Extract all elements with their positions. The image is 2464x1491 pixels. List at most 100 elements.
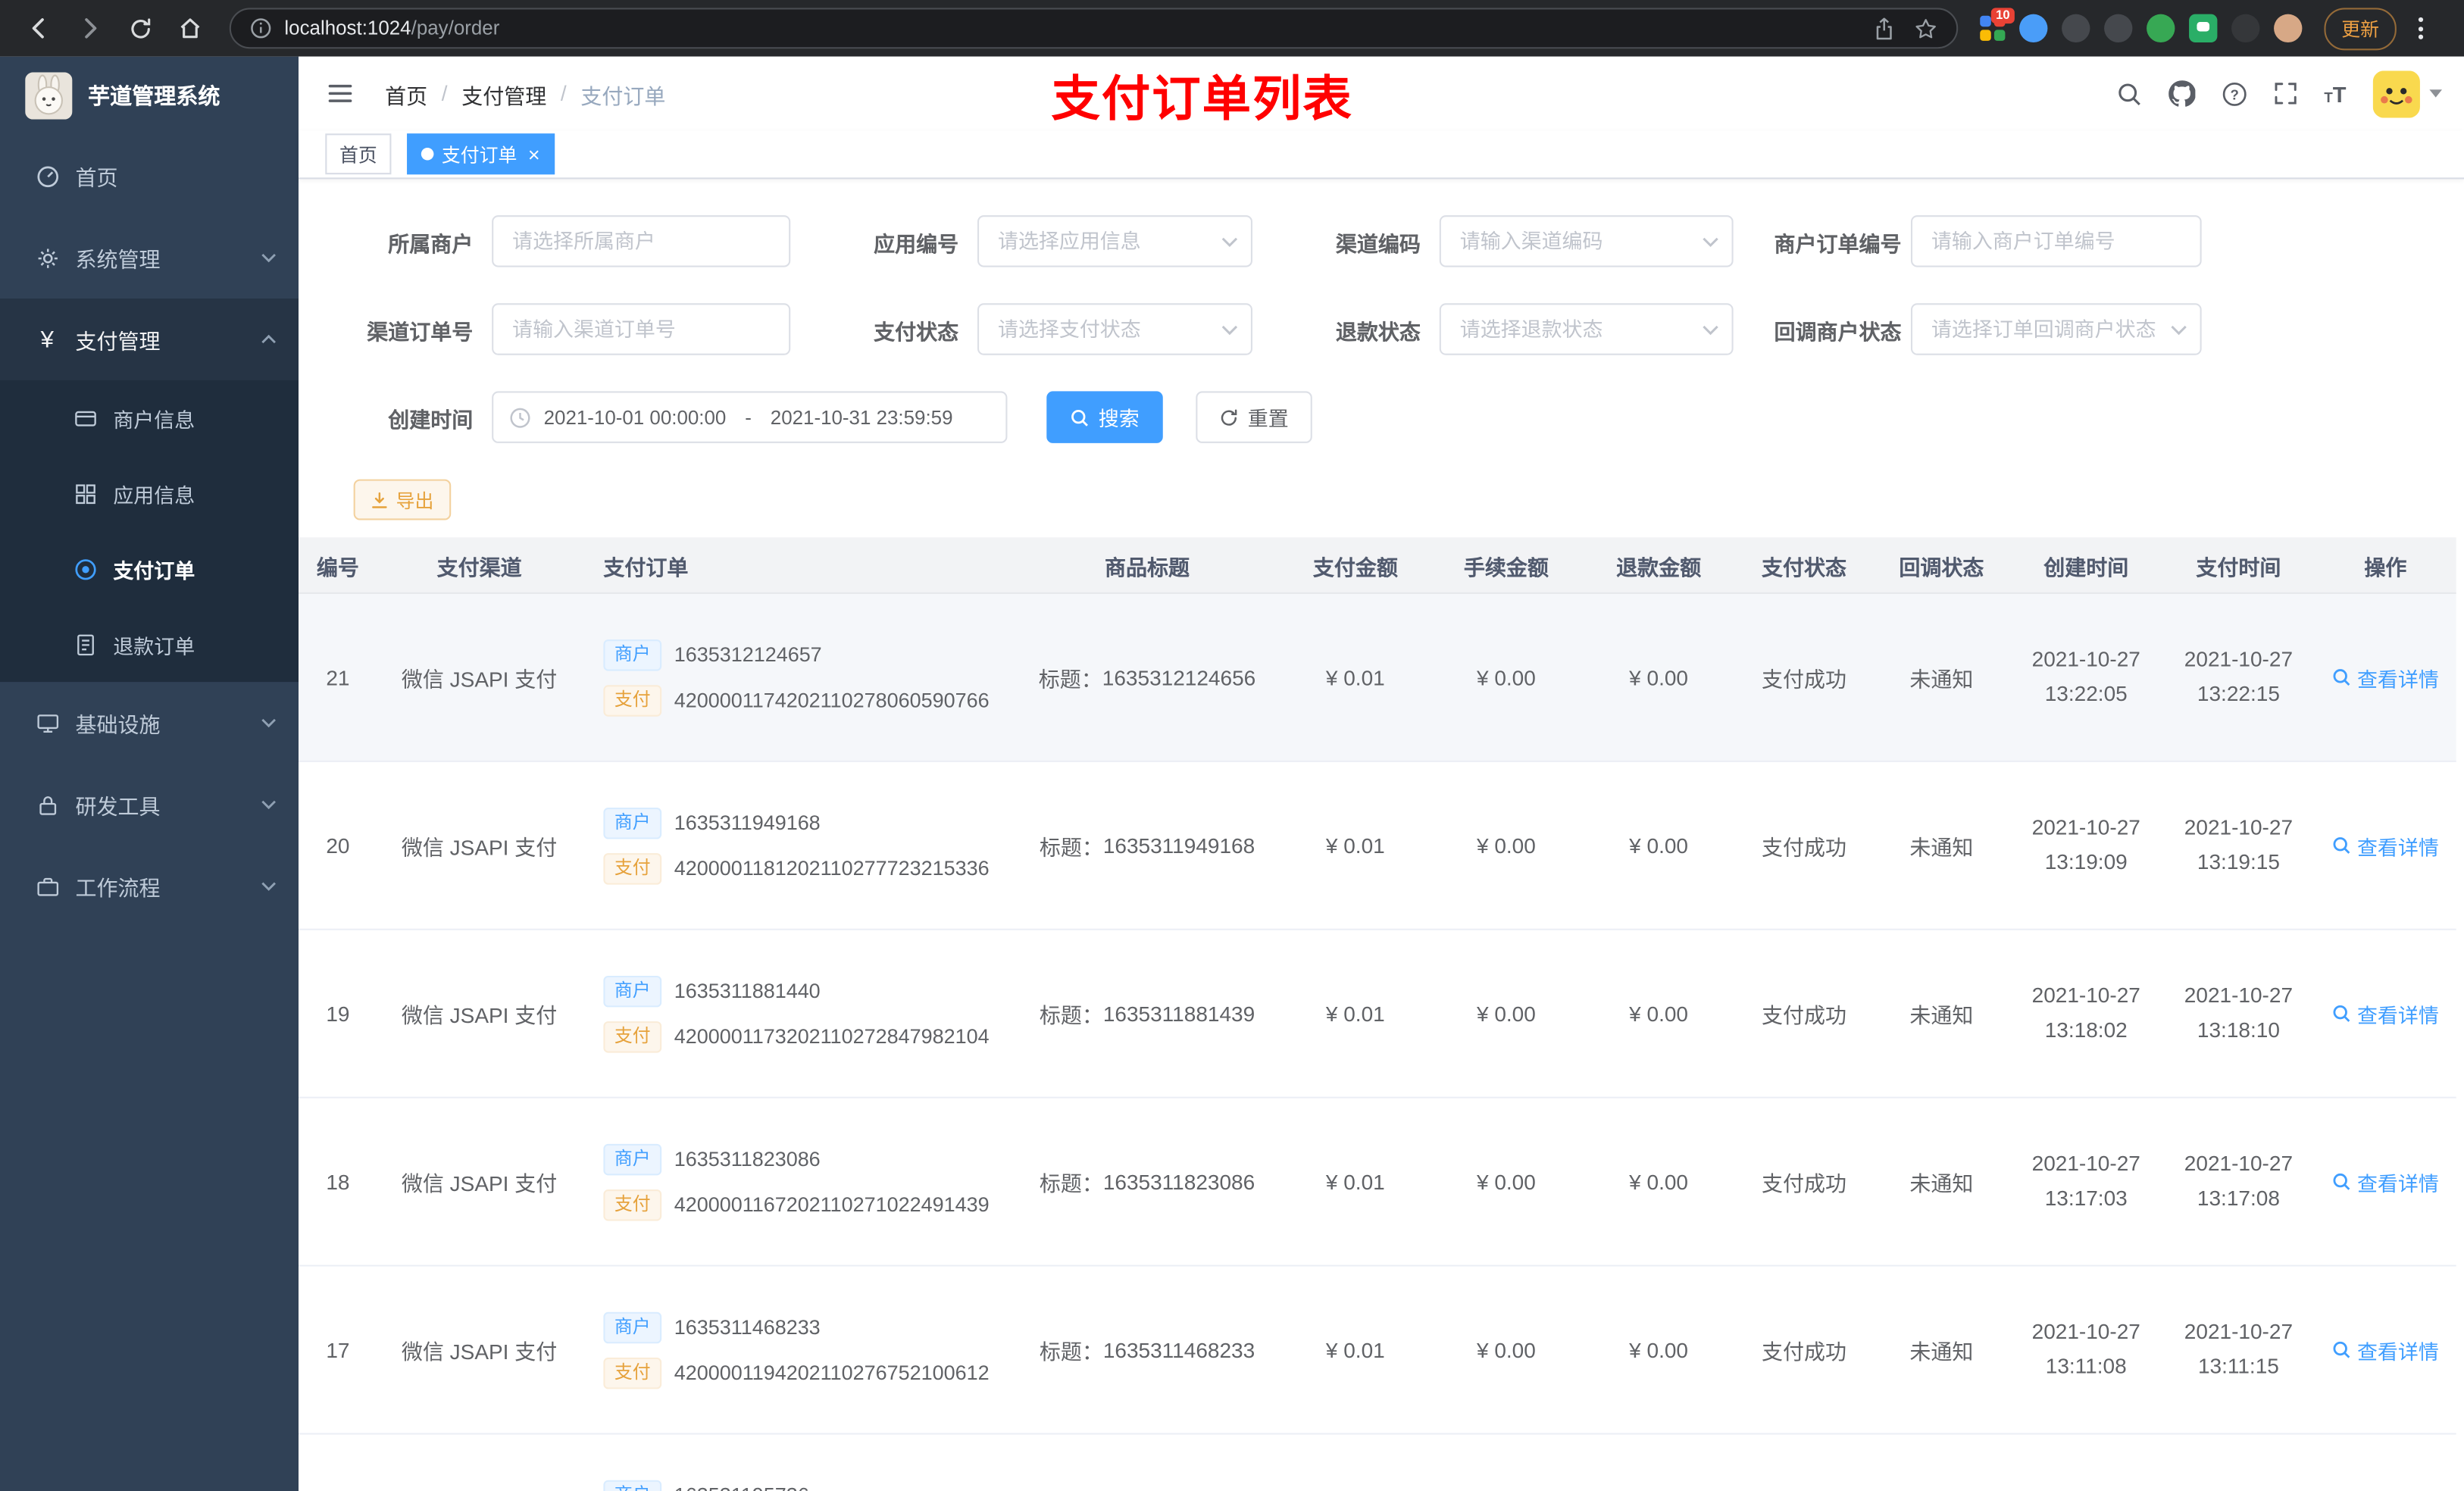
browser-update-button[interactable]: 更新 (2324, 7, 2397, 50)
cell-created: 2021-10-27 13:22:05 (2031, 647, 2140, 706)
filter-channel-code: 渠道编码 (1293, 215, 1734, 267)
pay-tag: 支付 (603, 852, 662, 884)
merchant-input[interactable] (492, 215, 791, 267)
tab-home[interactable]: 首页 (325, 133, 392, 175)
help-icon[interactable]: ? (2222, 81, 2247, 106)
cell-refund: ¥ 0.00 (1629, 1002, 1689, 1026)
cell-order: 商户 1635312124657 支付 42000011742021102780… (581, 594, 1013, 761)
navbar: 首页 / 支付管理 / 支付订单 支付订单列表 ? T T (299, 57, 2464, 130)
channel-code-input[interactable] (1439, 215, 1734, 267)
search-icon (1070, 408, 1089, 427)
cell-amount: ¥ 0.01 (1325, 1002, 1385, 1026)
chevron-down-icon (261, 800, 277, 810)
cell-actions: 查看详情 (2315, 1099, 2456, 1265)
search-label: 搜索 (1098, 407, 1140, 431)
cell-notify: 未通知 (1909, 1172, 1974, 1196)
fullscreen-icon[interactable] (2274, 82, 2297, 105)
extension-avatar-icon[interactable] (2274, 14, 2303, 42)
breadcrumb-home[interactable]: 首页 (385, 78, 427, 109)
browser-chrome: localhost:1024/pay/order 10 更新 (0, 0, 2464, 57)
cell-channel (377, 1435, 582, 1491)
view-detail-link[interactable]: 查看详情 (2332, 662, 2439, 692)
sidebar-item-label: 支付订单 (113, 558, 195, 583)
extension-dark-icon-2[interactable] (2104, 14, 2133, 42)
font-size-icon[interactable]: TT (2324, 81, 2346, 106)
cell-notify: 未通知 (1909, 667, 1974, 692)
sidebar-item-home[interactable]: 首页 (0, 135, 299, 217)
browser-menu-icon[interactable] (2412, 11, 2430, 46)
pay-status-input[interactable] (977, 303, 1252, 355)
cell-id: 19 (326, 1002, 350, 1026)
app-id-input[interactable] (977, 215, 1252, 267)
address-bar[interactable]: localhost:1024/pay/order (229, 8, 1959, 49)
pay-tag: 支付 (603, 1356, 662, 1389)
date-start: 2021-10-01 00:00:00 (543, 406, 727, 429)
filter-row-2: 渠道订单号 支付状态 退款状态 (299, 303, 2464, 355)
merchant-input-wrap (492, 215, 791, 267)
view-detail-link[interactable]: 查看详情 (2332, 1335, 2439, 1364)
refund-status-input[interactable] (1439, 303, 1734, 355)
extension-grid-icon[interactable]: 10 (1980, 8, 2015, 41)
extension-green-circle-icon[interactable] (2147, 14, 2175, 42)
user-menu[interactable] (2372, 70, 2442, 117)
cell-order: 商户 1635311881440 支付 42000011732021102728… (581, 930, 1013, 1097)
title-value: 1635311823086 (1102, 1170, 1255, 1194)
bookmark-star-icon[interactable] (1914, 17, 1937, 40)
url-text: localhost:1024/pay/order (284, 17, 499, 39)
browser-refresh-button[interactable] (120, 8, 161, 48)
logo-avatar (25, 72, 73, 120)
cell-created: 2021-10-27 13:18:02 (2031, 983, 2140, 1042)
sidebar-item-refund-order[interactable]: 退款订单 (0, 607, 299, 683)
view-detail-link[interactable]: 查看详情 (2332, 1167, 2439, 1196)
sidebar-item-label: 首页 (75, 166, 118, 190)
sidebar-item-payment[interactable]: ¥ 支付管理 (0, 299, 299, 380)
app-id-select (977, 215, 1252, 267)
view-detail-link[interactable]: 查看详情 (2332, 830, 2439, 860)
cell-channel: 微信 JSAPI 支付 (401, 1004, 558, 1028)
sidebar-item-infrastructure[interactable]: 基础设施 (0, 682, 299, 764)
col-title: 商品标题 (1105, 555, 1190, 580)
sidebar-item-merchant-info[interactable]: 商户信息 (0, 380, 299, 456)
sidebar-item-devtools[interactable]: 研发工具 (0, 764, 299, 846)
sidebar: 芋道管理系统 首页 系统管理 ¥ 支付管理 商户信息 应用信息 支付订单 退款订… (0, 56, 299, 1491)
sidebar-item-pay-order[interactable]: 支付订单 (0, 531, 299, 607)
avatar[interactable] (2372, 70, 2420, 117)
extension-blue-icon[interactable] (2019, 14, 2048, 42)
breadcrumb-payment[interactable]: 支付管理 (461, 78, 546, 109)
search-button[interactable]: 搜索 (1046, 391, 1163, 443)
cell-channel: 微信 JSAPI 支付 (401, 1172, 558, 1196)
cell-channel: 微信 JSAPI 支付 (401, 667, 558, 692)
merchant-tag: 商户 (603, 806, 662, 839)
sidebar-item-workflow[interactable]: 工作流程 (0, 846, 299, 927)
table-row: 19 微信 JSAPI 支付 商户 1635311881440 支付 42000… (299, 930, 2456, 1099)
tab-pay-order[interactable]: 支付订单 × (407, 133, 555, 175)
date-range-picker[interactable]: 2021-10-01 00:00:00 - 2021-10-31 23:59:5… (492, 391, 1008, 443)
menu-fold-icon[interactable] (321, 76, 360, 112)
channel-order-no-input[interactable] (492, 303, 791, 355)
view-detail-link[interactable]: 查看详情 (2332, 999, 2439, 1028)
extension-dark-icon-1[interactable] (2062, 14, 2090, 42)
site-info-icon[interactable] (250, 17, 272, 39)
export-button[interactable]: 导出 (353, 479, 452, 520)
share-icon[interactable] (1873, 17, 1895, 40)
table-row: 17 微信 JSAPI 支付 商户 1635311468233 支付 42000… (299, 1266, 2456, 1435)
orders-table: 编号 支付渠道 支付订单 商品标题 支付金额 手续金额 退款金额 支付状态 回调… (299, 537, 2456, 1491)
extension-pin-icon[interactable] (2231, 14, 2260, 42)
extension-green-square-icon[interactable] (2189, 14, 2218, 42)
reset-button[interactable]: 重置 (1196, 391, 1312, 443)
browser-forward-button[interactable] (69, 8, 110, 48)
pay-tag: 支付 (603, 1021, 662, 1052)
table-row: 21 微信 JSAPI 支付 商户 1635312124657 支付 42000… (299, 593, 2456, 762)
filter-label: 商户订单编号 (1774, 231, 1902, 256)
cell-paid (2162, 1435, 2315, 1491)
search-icon[interactable] (2117, 81, 2142, 106)
sidebar-item-label: 支付管理 (75, 330, 161, 354)
merchant-order-no-input[interactable] (1910, 215, 2202, 267)
notify-status-input[interactable] (1910, 303, 2202, 355)
close-icon[interactable]: × (528, 144, 540, 164)
browser-back-button[interactable] (19, 8, 60, 48)
sidebar-item-system[interactable]: 系统管理 (0, 217, 299, 299)
github-icon[interactable] (2169, 80, 2196, 107)
sidebar-item-app-info[interactable]: 应用信息 (0, 455, 299, 531)
browser-home-button[interactable] (170, 8, 211, 48)
